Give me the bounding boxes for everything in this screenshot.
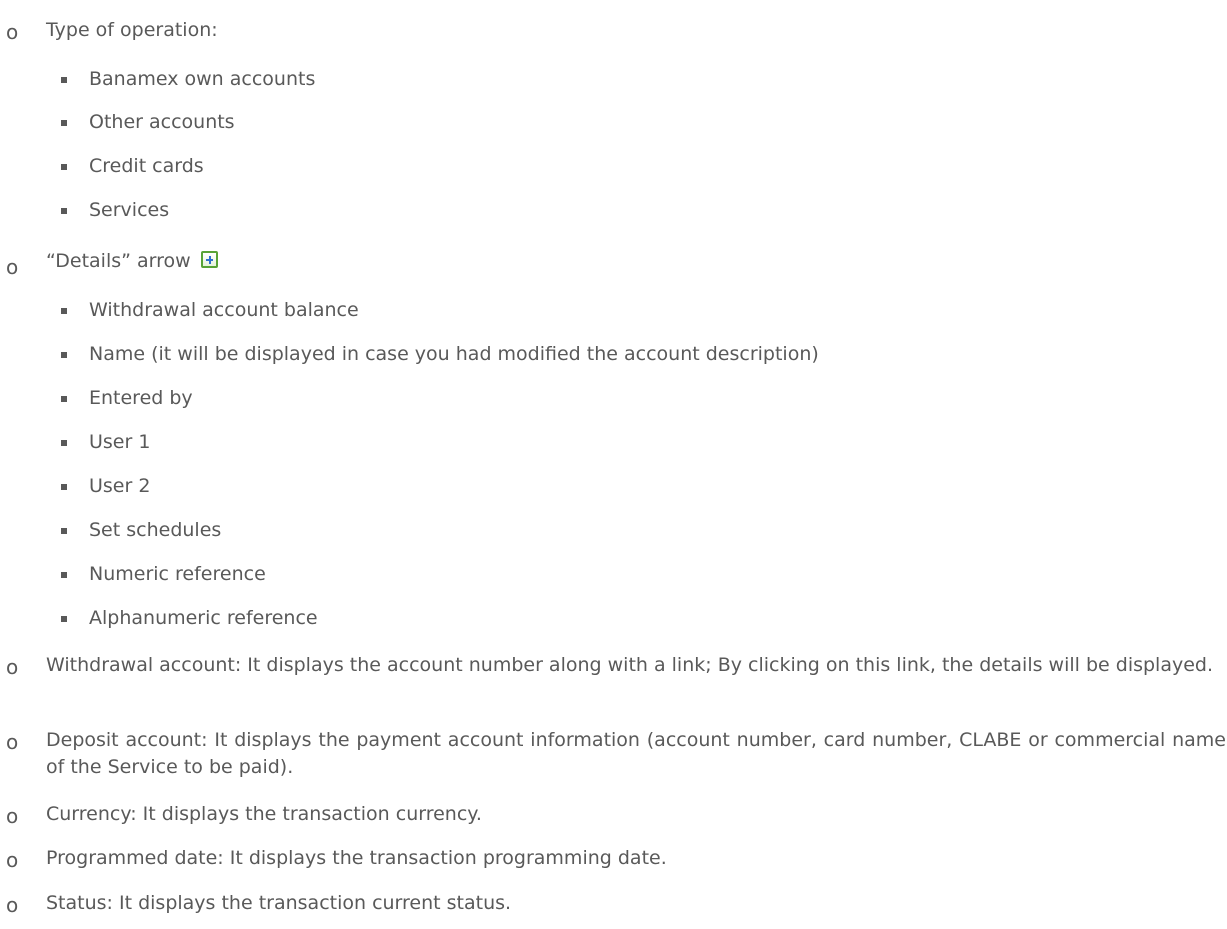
hollow-circle-bullet-icon: o (6, 804, 19, 828)
list-item-type-of-operation: o Type of operation: (0, 17, 218, 44)
square-bullet-icon (61, 208, 67, 214)
square-bullet-icon (61, 164, 67, 170)
hollow-circle-bullet-icon: o (6, 848, 19, 872)
list-item-details-arrow: o “Details” arrow (0, 248, 218, 279)
sublist-item: Entered by (0, 385, 193, 412)
square-bullet-icon (61, 352, 67, 358)
hollow-circle-bullet-icon: o (6, 20, 19, 44)
sublist-item: Withdrawal account balance (0, 297, 359, 324)
hollow-circle-bullet-icon: o (6, 655, 19, 679)
list-item-label: Type of operation: (46, 19, 218, 41)
list-item-currency: o Currency: It displays the transaction … (6, 803, 482, 828)
square-bullet-icon (61, 572, 67, 578)
list-item-programmed-date: o Programmed date: It displays the trans… (6, 847, 667, 872)
hollow-circle-bullet-icon: o (6, 255, 19, 279)
list-item-deposit-account: o Deposit account: It displays the payme… (6, 729, 1226, 778)
list-item-status: o Status: It displays the transaction cu… (6, 892, 512, 917)
sublist-item: Credit cards (0, 153, 204, 180)
square-bullet-icon (61, 77, 67, 83)
hollow-circle-bullet-icon: o (6, 730, 19, 754)
sublist-item: Banamex own accounts (0, 66, 315, 93)
square-bullet-icon (61, 396, 67, 402)
list-item-label: “Details” arrow (46, 250, 191, 272)
hollow-circle-bullet-icon: o (6, 893, 19, 917)
sublist-item: Numeric reference (0, 561, 266, 588)
square-bullet-icon (61, 308, 67, 314)
sublist-item: Services (0, 197, 169, 224)
square-bullet-icon (61, 616, 67, 622)
square-bullet-icon (61, 528, 67, 534)
square-bullet-icon (61, 484, 67, 490)
sublist-item: Name (it will be displayed in case you h… (0, 341, 819, 368)
plus-icon[interactable] (200, 251, 218, 268)
sublist-item: User 1 (0, 429, 150, 456)
square-bullet-icon (61, 120, 67, 126)
sublist-item: Set schedules (0, 517, 221, 544)
sublist-item: User 2 (0, 473, 150, 500)
square-bullet-icon (61, 440, 67, 446)
list-item-withdrawal-account: o Withdrawal account: It displays the ac… (6, 654, 1214, 679)
sublist-item: Other accounts (0, 109, 235, 136)
sublist-item: Alphanumeric reference (0, 605, 318, 632)
